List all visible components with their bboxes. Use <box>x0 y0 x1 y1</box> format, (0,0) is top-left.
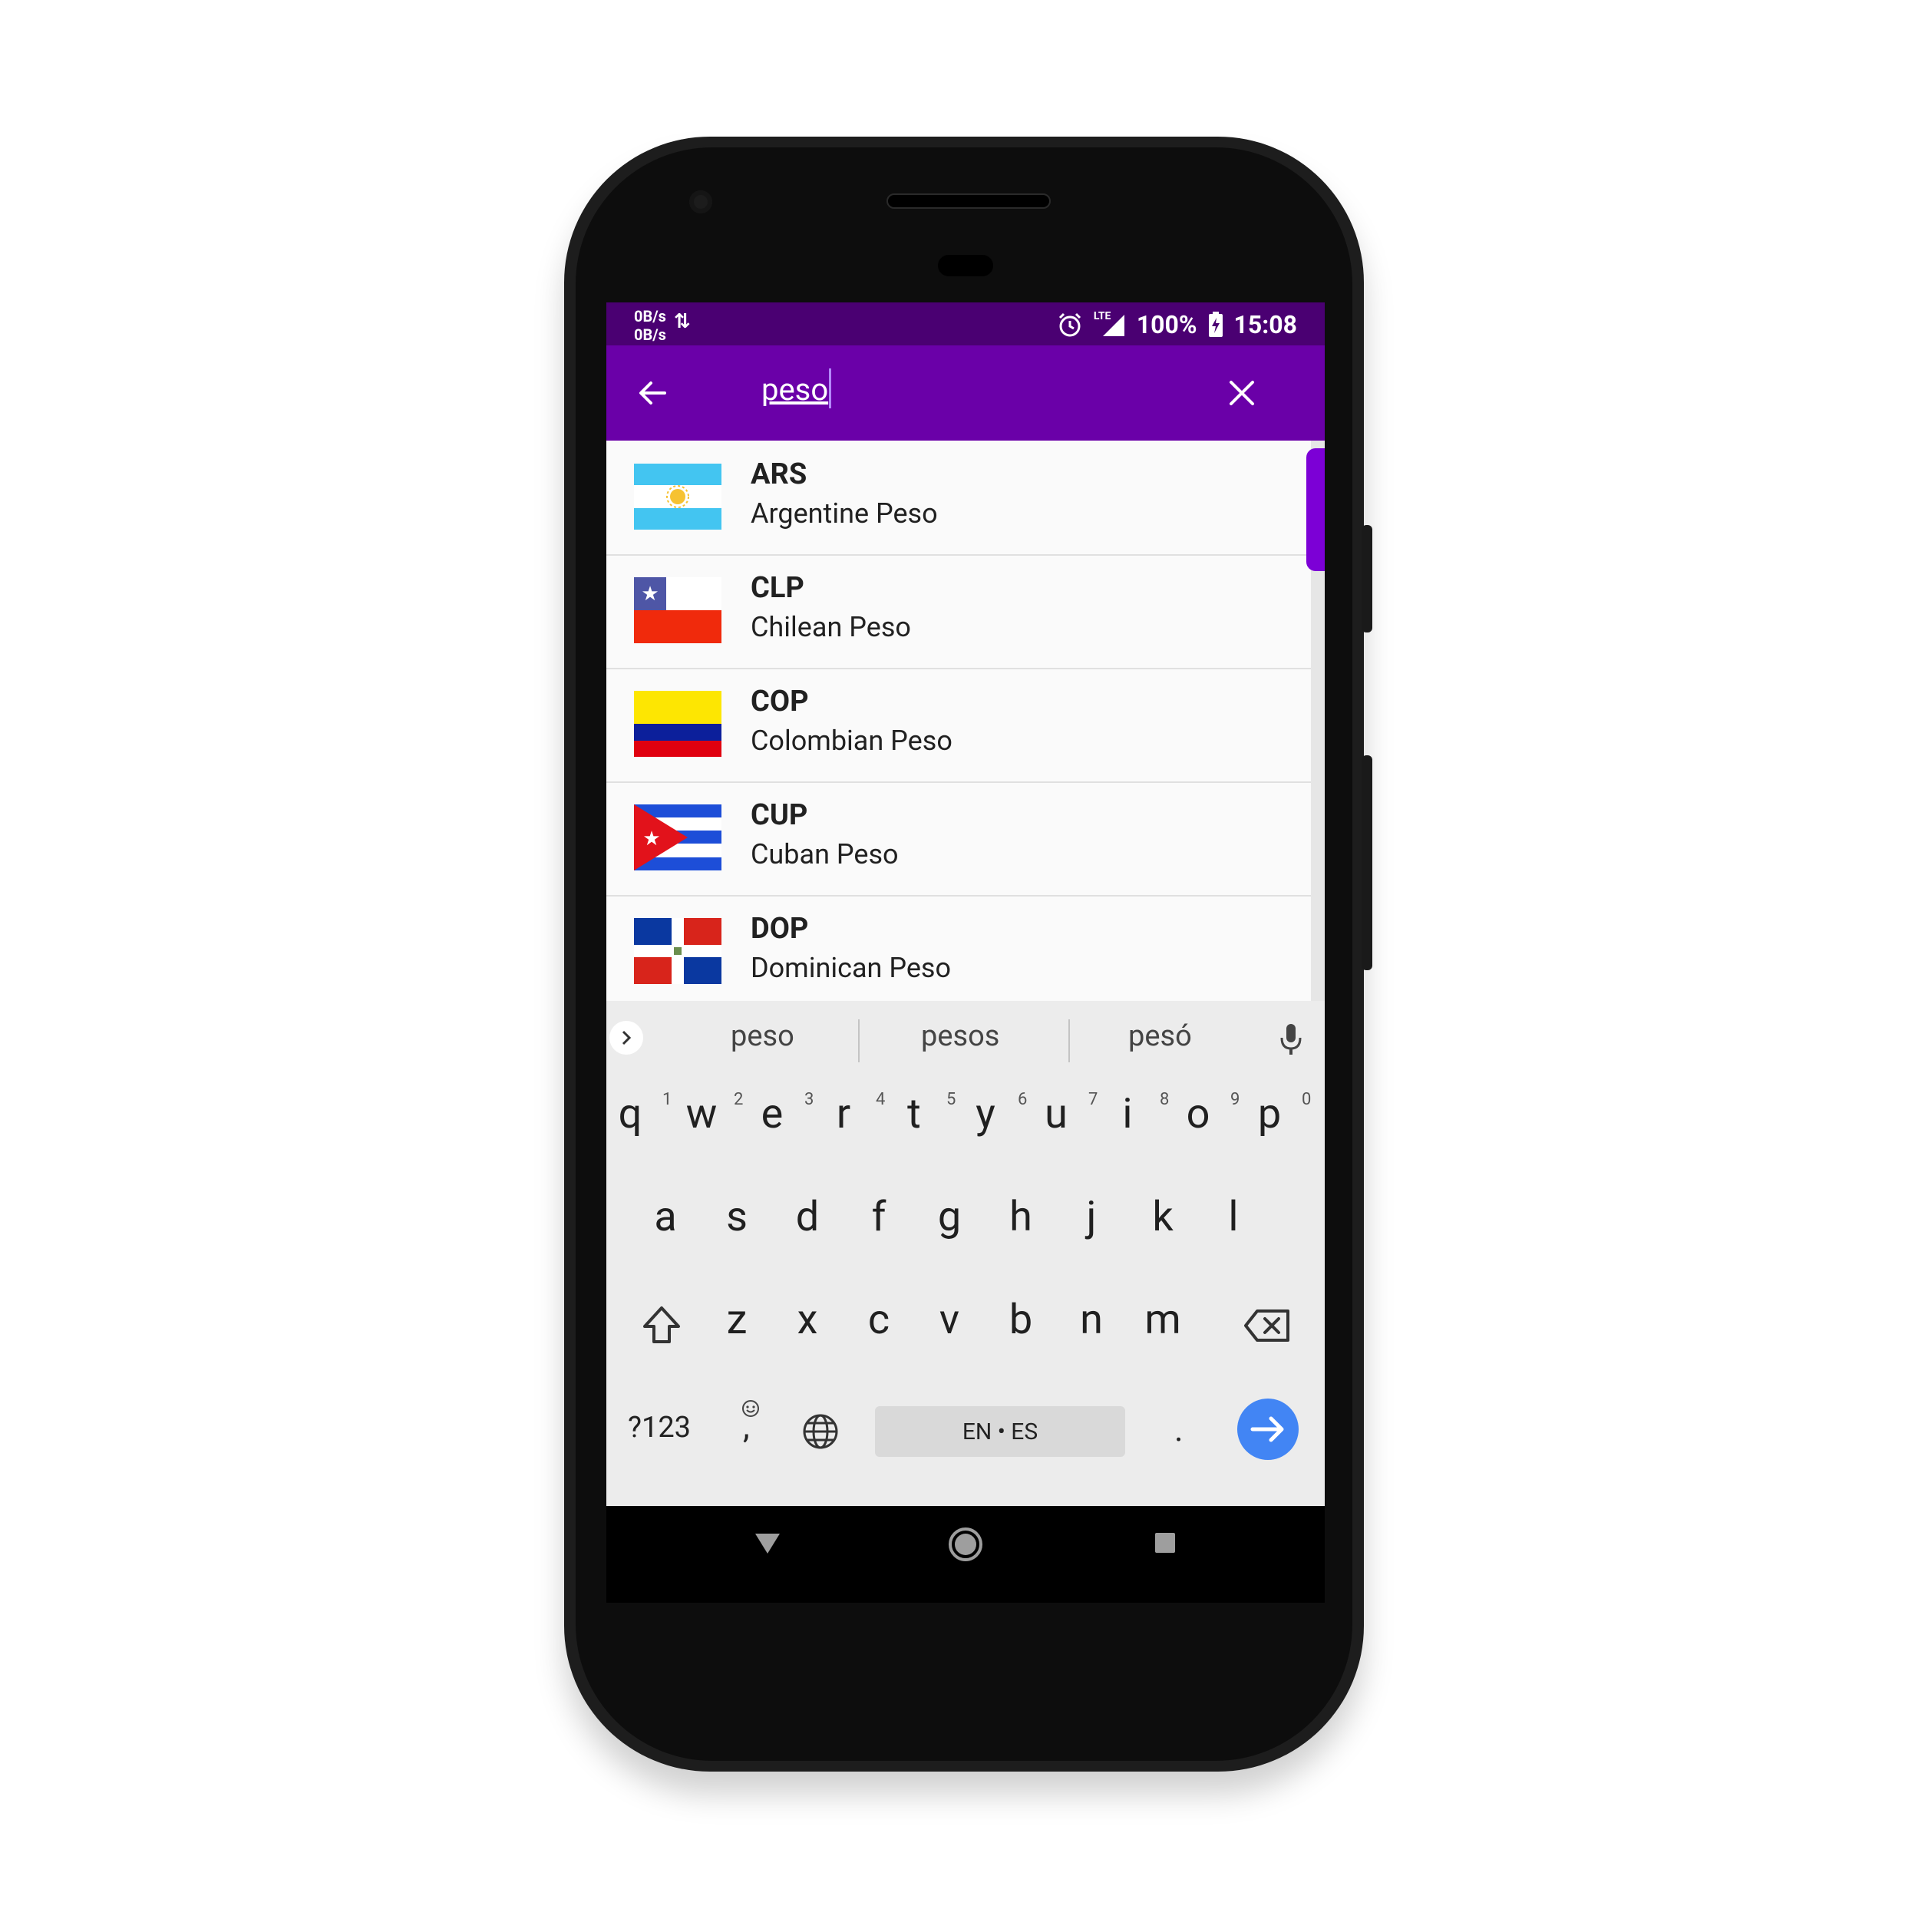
dominican-republic-flag <box>634 918 721 984</box>
key-w[interactable]: w <box>671 1090 732 1138</box>
currency-name: Chilean Peso <box>751 611 911 643</box>
currency-code: COP <box>751 685 809 718</box>
suggestion-strip: peso pesos pesó <box>606 1001 1325 1075</box>
colombia-flag <box>634 691 721 757</box>
list-item[interactable]: ★ CLP Chilean Peso <box>606 554 1325 669</box>
recents-nav-icon[interactable] <box>1153 1531 1177 1555</box>
key-d[interactable]: d <box>777 1193 838 1241</box>
key-v[interactable]: v <box>919 1296 980 1344</box>
suggestion-divider <box>1068 1019 1070 1062</box>
key-r[interactable]: r <box>813 1090 874 1138</box>
screen: 0B/s 0B/s ⇅ LTE 100% 15:08 peso ARS Arge… <box>606 302 1325 1506</box>
key-c[interactable]: c <box>848 1296 910 1344</box>
currency-code: CUP <box>751 798 808 832</box>
currency-code: CLP <box>751 571 804 605</box>
key-s[interactable]: s <box>706 1193 768 1241</box>
net-up: 0B/s <box>634 307 666 325</box>
shift-icon[interactable] <box>640 1303 683 1346</box>
home-nav-icon[interactable] <box>947 1526 984 1563</box>
list-item[interactable]: COP Colombian Peso <box>606 668 1325 783</box>
symbols-key[interactable]: ?123 <box>628 1411 691 1445</box>
currency-name: Dominican Peso <box>751 952 952 984</box>
key-k[interactable]: k <box>1132 1193 1193 1241</box>
globe-icon[interactable] <box>801 1412 840 1451</box>
scrollbar-thumb[interactable] <box>1306 448 1325 571</box>
suggestion-divider <box>858 1019 860 1062</box>
status-icons: LTE 100% 15:08 <box>1057 310 1297 339</box>
key-b[interactable]: b <box>990 1296 1051 1344</box>
period-key[interactable]: . <box>1174 1409 1184 1449</box>
network-speed: 0B/s 0B/s <box>634 307 666 344</box>
battery-charging-icon <box>1208 312 1223 337</box>
key-t[interactable]: t <box>883 1090 945 1138</box>
key-p[interactable]: p <box>1239 1090 1300 1138</box>
status-bar: 0B/s 0B/s ⇅ LTE 100% 15:08 <box>606 302 1325 345</box>
key-j[interactable]: j <box>1061 1193 1122 1241</box>
currency-name: Cuban Peso <box>751 838 899 870</box>
data-transfer-icon: ⇅ <box>674 310 691 333</box>
signal-icon: LTE <box>1094 310 1126 338</box>
list-item[interactable]: ARS Argentine Peso <box>606 441 1325 556</box>
microphone-icon[interactable] <box>1279 1022 1303 1056</box>
svg-text:★: ★ <box>642 827 660 850</box>
proximity-sensor <box>938 255 993 276</box>
key-number-hint: 0 <box>1302 1090 1312 1109</box>
svg-text:★: ★ <box>641 583 659 606</box>
comma-key[interactable]: , <box>743 1406 750 1446</box>
arrow-right-icon <box>1250 1416 1284 1442</box>
currency-name: Argentine Peso <box>751 497 938 530</box>
key-q[interactable]: q <box>606 1090 661 1138</box>
currency-code: ARS <box>751 457 807 491</box>
chevron-right-icon <box>622 1030 632 1045</box>
key-o[interactable]: o <box>1167 1090 1229 1138</box>
search-bar: peso <box>606 345 1325 441</box>
back-arrow-icon[interactable] <box>636 376 669 410</box>
list-item[interactable]: DOP Dominican Peso <box>606 895 1325 1001</box>
key-u[interactable]: u <box>1025 1090 1087 1138</box>
key-a[interactable]: a <box>635 1193 696 1241</box>
backspace-icon[interactable] <box>1243 1308 1291 1343</box>
key-n[interactable]: n <box>1061 1296 1122 1344</box>
navigation-bar <box>606 1506 1325 1603</box>
alarm-icon <box>1058 312 1081 337</box>
front-camera <box>689 190 712 213</box>
back-nav-icon[interactable] <box>752 1529 783 1557</box>
enter-button[interactable] <box>1237 1399 1299 1460</box>
currency-code: DOP <box>751 912 809 946</box>
key-z[interactable]: z <box>706 1296 768 1344</box>
chile-flag: ★ <box>634 577 721 643</box>
volume-button <box>1362 755 1372 970</box>
cuba-flag: ★ <box>634 804 721 870</box>
power-button <box>1362 525 1372 632</box>
key-m[interactable]: m <box>1132 1296 1193 1344</box>
key-f[interactable]: f <box>848 1193 910 1241</box>
net-down: 0B/s <box>634 325 666 344</box>
key-l[interactable]: l <box>1203 1193 1264 1241</box>
earpiece-speaker <box>886 193 1051 209</box>
argentina-flag <box>634 464 721 530</box>
expand-toolbar-button[interactable] <box>609 1021 643 1055</box>
keyboard: peso pesos pesó 1 q 2 w 3 e 4 r 5 t 6 y <box>606 1001 1325 1506</box>
key-h[interactable]: h <box>990 1193 1051 1241</box>
clock: 15:08 <box>1233 310 1297 339</box>
search-input[interactable]: peso <box>761 372 828 408</box>
text-cursor <box>829 368 831 408</box>
currency-name: Colombian Peso <box>751 725 952 757</box>
key-e[interactable]: e <box>741 1090 803 1138</box>
list-item[interactable]: ★ CUP Cuban Peso <box>606 781 1325 897</box>
key-g[interactable]: g <box>919 1193 980 1241</box>
currency-list: ARS Argentine Peso ★ CLP Chilean Peso CO… <box>606 441 1325 1001</box>
battery-percent: 100% <box>1136 310 1197 339</box>
suggestion[interactable]: peso <box>731 1019 794 1053</box>
clear-search-icon[interactable] <box>1228 379 1256 407</box>
space-bar[interactable]: EN • ES <box>875 1406 1125 1457</box>
suggestion[interactable]: pesos <box>921 1019 999 1053</box>
suggestion[interactable]: pesó <box>1128 1019 1192 1053</box>
key-y[interactable]: y <box>955 1090 1016 1138</box>
key-x[interactable]: x <box>777 1296 838 1344</box>
key-i[interactable]: i <box>1097 1090 1158 1138</box>
